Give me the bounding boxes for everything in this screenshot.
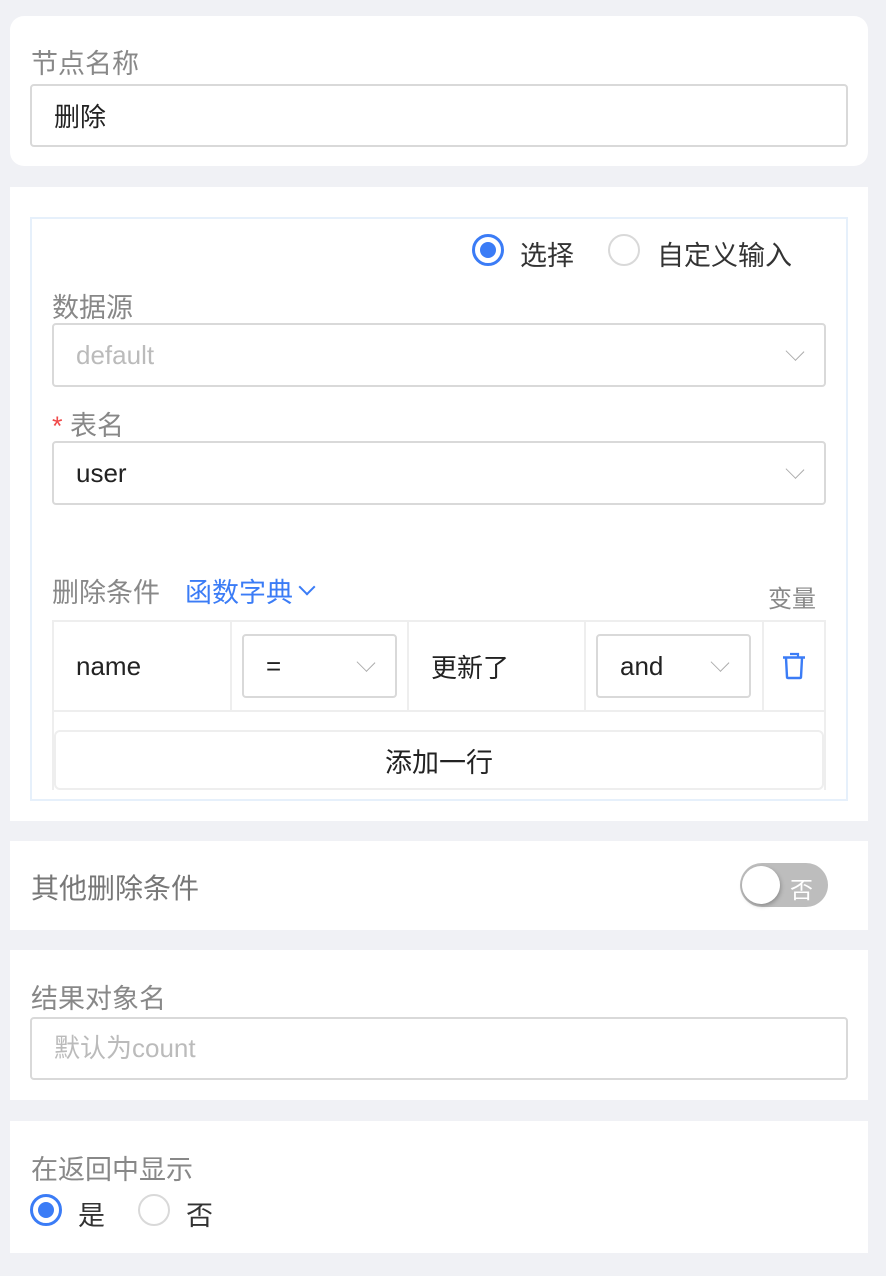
result-name-label: 结果对象名 xyxy=(31,984,166,1014)
logic-value: and xyxy=(620,650,664,681)
delete-row-button[interactable] xyxy=(764,622,824,710)
condition-field: name xyxy=(76,650,142,681)
show-in-return-card: 在返回中显示 是 否 xyxy=(10,1121,868,1253)
chevron-down-icon xyxy=(356,653,376,672)
radio-yes-label: 是 xyxy=(78,1201,105,1231)
config-card: 选择 自定义输入 数据源 default * 表名 user 删除条件 函数字典… xyxy=(10,187,868,821)
table-name-value: user xyxy=(76,457,127,488)
result-name-input[interactable] xyxy=(30,1017,848,1080)
table-name-select[interactable]: user xyxy=(52,441,826,505)
condition-operator-cell: = xyxy=(232,622,409,710)
radio-no-label: 否 xyxy=(186,1201,213,1231)
condition-value-cell[interactable]: 更新了 xyxy=(409,622,586,710)
node-name-input[interactable]: 删除 xyxy=(30,84,848,147)
config-panel: 选择 自定义输入 数据源 default * 表名 user 删除条件 函数字典… xyxy=(30,217,848,801)
condition-value: 更新了 xyxy=(431,652,510,683)
radio-custom-input[interactable] xyxy=(608,234,640,266)
required-mark: * xyxy=(52,411,63,441)
datasource-label: 数据源 xyxy=(52,293,133,323)
operator-value: = xyxy=(266,650,282,681)
table-name-label-row: * 表名 xyxy=(52,404,124,443)
datasource-value: default xyxy=(76,339,155,370)
table-name-label: 表名 xyxy=(70,411,125,441)
chevron-down-icon xyxy=(710,653,730,672)
condition-field-cell[interactable]: name xyxy=(54,622,232,710)
trash-icon xyxy=(783,652,805,680)
add-row-label: 添加一行 xyxy=(385,747,493,778)
chevron-down-icon xyxy=(298,578,316,595)
logic-select[interactable]: and xyxy=(596,634,751,698)
datasource-select[interactable]: default xyxy=(52,323,826,387)
chevron-down-icon xyxy=(785,460,805,479)
radio-no[interactable] xyxy=(138,1194,170,1226)
radio-select-label: 选择 xyxy=(520,241,574,271)
toggle-knob xyxy=(742,866,780,904)
node-name-label: 节点名称 xyxy=(31,49,139,79)
radio-custom-input-label: 自定义输入 xyxy=(657,241,792,271)
operator-select[interactable]: = xyxy=(242,634,397,698)
node-name-value: 删除 xyxy=(54,102,107,132)
result-name-card: 结果对象名 xyxy=(10,950,868,1100)
other-conditions-label: 其他删除条件 xyxy=(31,873,200,904)
other-conditions-card: 其他删除条件 否 xyxy=(10,841,868,930)
radio-yes[interactable] xyxy=(30,1194,62,1226)
function-dictionary-link[interactable]: 函数字典 xyxy=(185,571,316,610)
radio-select[interactable] xyxy=(472,234,504,266)
variable-link[interactable]: 变量 xyxy=(768,579,816,614)
table-row: name = 更新了 and xyxy=(54,622,824,712)
condition-logic-cell: and xyxy=(586,622,764,710)
function-dictionary-label: 函数字典 xyxy=(185,578,293,608)
delete-conditions-label: 删除条件 xyxy=(52,578,160,608)
other-conditions-toggle[interactable]: 否 xyxy=(740,863,828,907)
node-name-card: 节点名称 删除 xyxy=(10,16,868,166)
show-in-return-label: 在返回中显示 xyxy=(31,1155,193,1185)
toggle-text: 否 xyxy=(790,877,813,903)
add-row-button[interactable]: 添加一行 xyxy=(54,730,824,790)
condition-table: name = 更新了 and 添加一行 xyxy=(52,620,826,790)
chevron-down-icon xyxy=(785,342,805,361)
